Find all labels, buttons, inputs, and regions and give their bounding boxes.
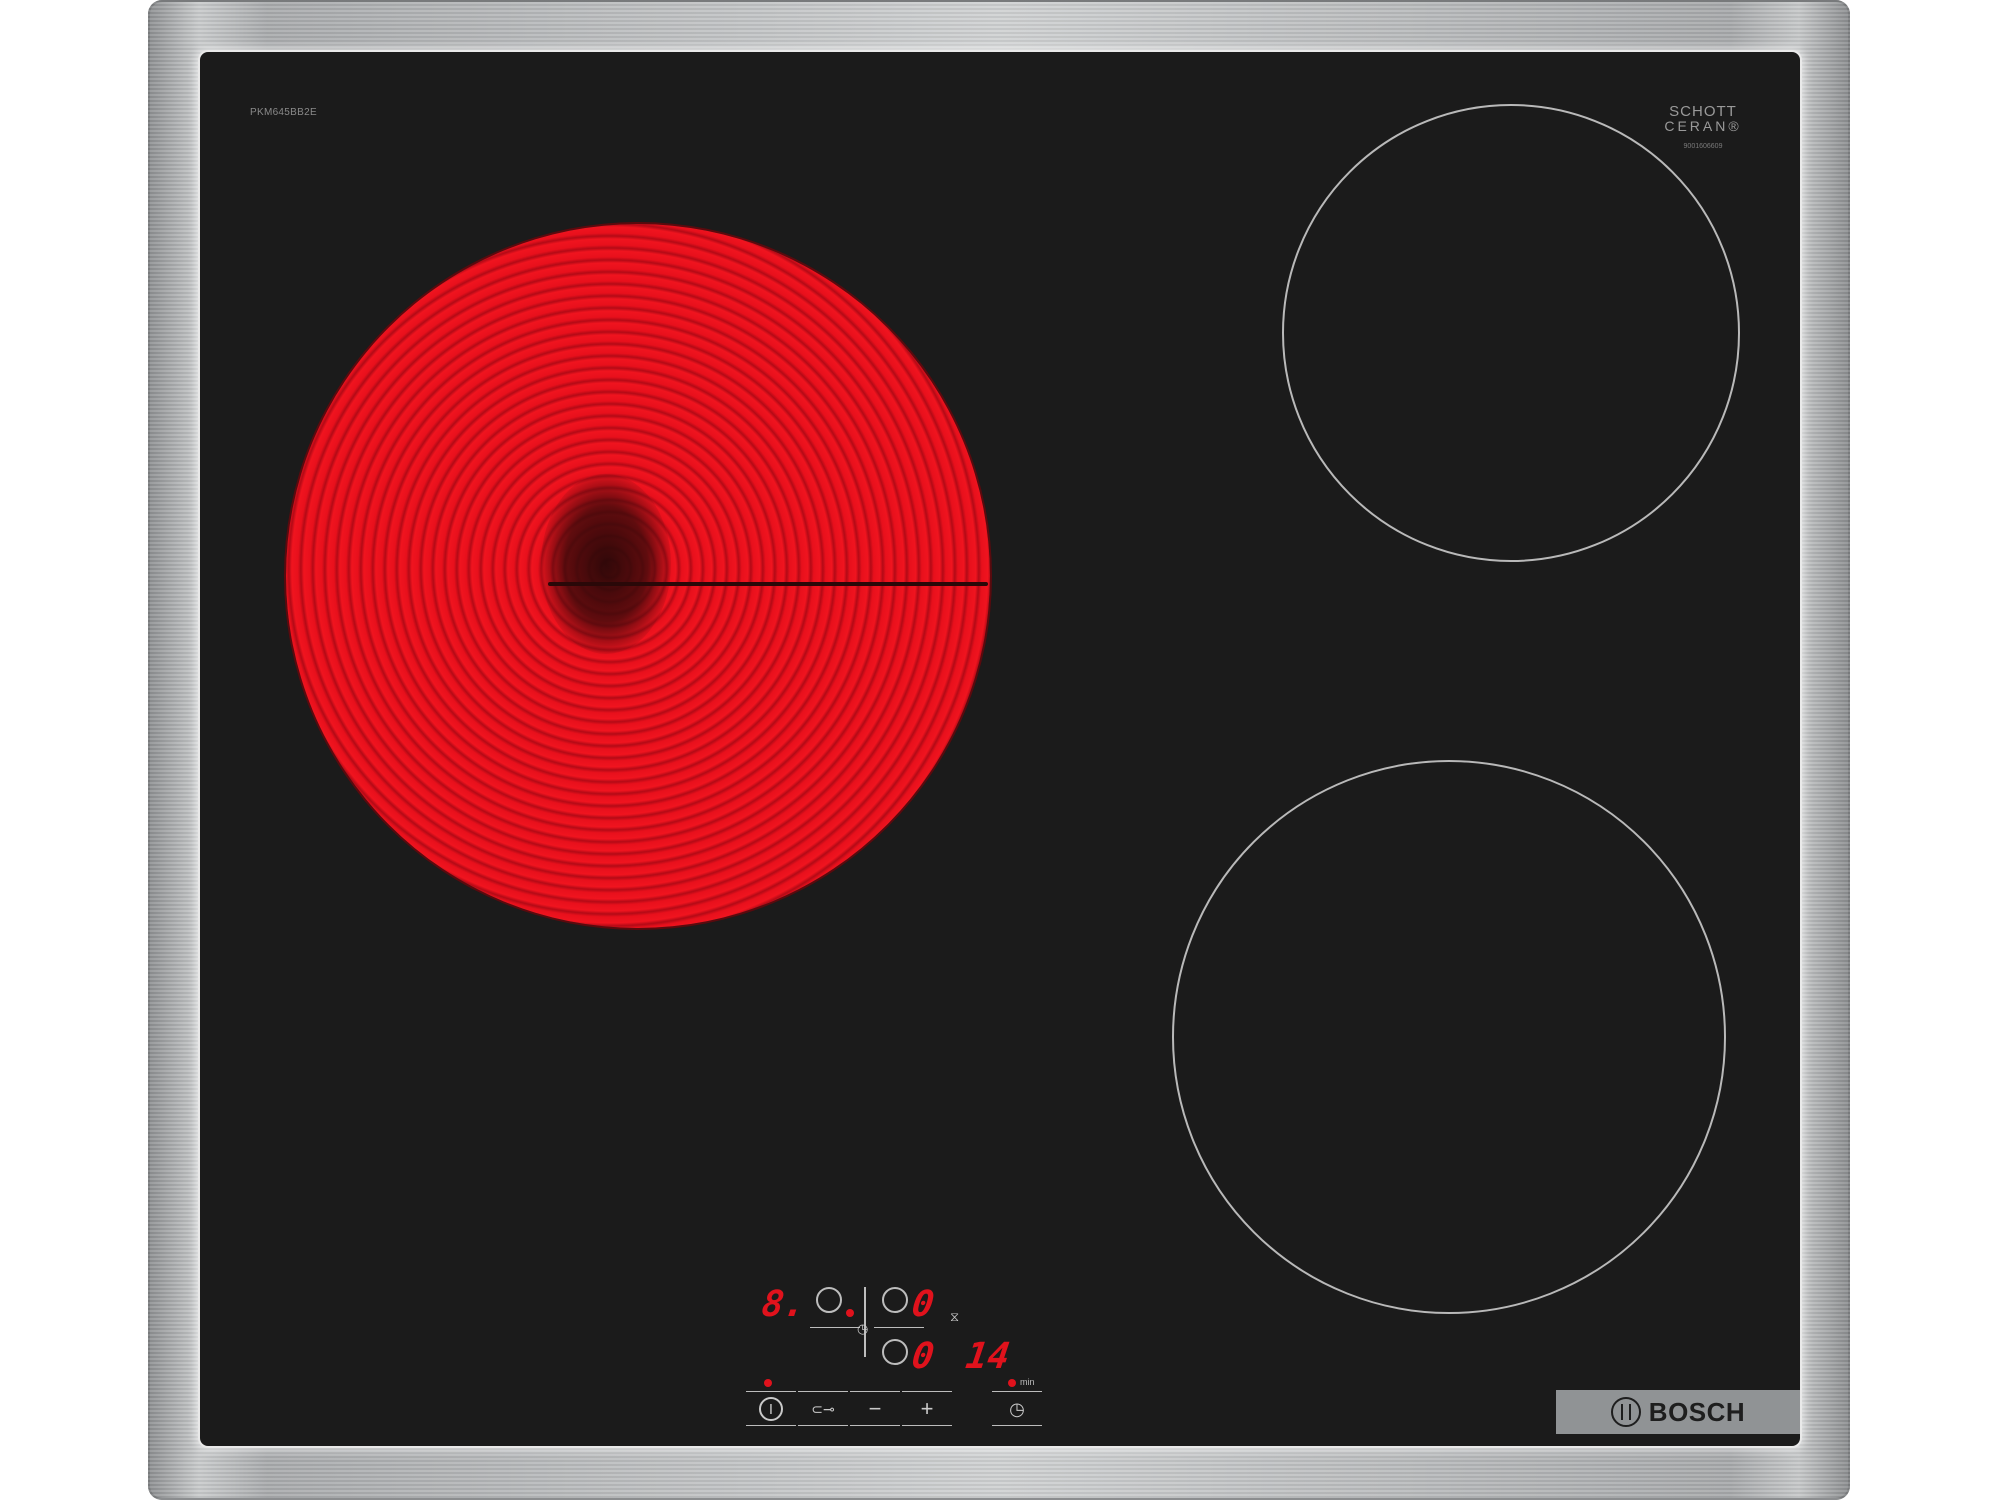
timer-button[interactable]: ◷ [992,1394,1042,1424]
power-icon: Ⅰ [759,1397,783,1421]
model-label: PKM645BB2E [250,107,317,118]
childlock-button-underline [798,1425,848,1426]
power-button[interactable]: Ⅰ [746,1394,796,1424]
panel-line-upper-right [874,1327,924,1328]
touch-control-panel: 8. 0 ◷ ⧖ 0 14 min Ⅰ ⊂⊸ − + ◷ [740,1267,1140,1427]
hourglass-icon: ⧖ [950,1309,960,1324]
minus-button[interactable]: − [850,1394,900,1424]
clock-icon: ◷ [1009,1398,1025,1419]
zone-selector-1[interactable] [816,1287,842,1313]
zone-3-display: 0 [909,1336,937,1377]
active-zone-dot [846,1309,854,1317]
plus-button-line [902,1391,952,1392]
child-lock-button[interactable]: ⊂⊸ [798,1394,848,1424]
power-button-line [746,1391,796,1392]
glass-serial: 9001606609 [1683,143,1723,150]
timer-minutes-display: 14 [963,1336,1013,1377]
zone-selector-3[interactable] [882,1339,908,1365]
cooking-zone-front-right [1172,760,1726,1314]
schott-logo-line1: SCHOTT [1669,103,1737,120]
minus-icon: − [868,1396,882,1421]
timer-unit-label: min [1020,1377,1035,1387]
power-indicator-dot [764,1379,772,1387]
cooking-zone-front-left-hot [286,224,990,928]
bosch-armature-icon [1610,1397,1641,1427]
plus-icon: + [920,1396,934,1421]
bosch-logo-badge: BOSCH [1556,1390,1800,1434]
zone-2-display: 0 [909,1284,937,1325]
panel-line-upper-left [810,1327,860,1328]
zone-timer-icon[interactable]: ◷ [857,1321,868,1337]
timer-button-underline [992,1425,1042,1426]
plus-button-underline [902,1425,952,1426]
minus-button-underline [850,1425,900,1426]
zone-power-display: 8. [759,1284,809,1325]
minus-button-line [850,1391,900,1392]
timer-button-line [992,1391,1042,1392]
timer-indicator-dot [1008,1379,1016,1387]
ceramic-glass-cooktop: PKM645BB2E SCHOTT CERAN® 9001606609 8. 0… [200,52,1800,1446]
schott-ceran-logo: SCHOTT CERAN® 9001606609 [1658,104,1748,150]
key-icon: ⊂⊸ [811,1400,835,1417]
brand-name: BOSCH [1648,1396,1746,1427]
cooking-zone-rear-right [1282,104,1740,562]
schott-logo-line2: CERAN® [1664,118,1742,134]
power-button-underline [746,1425,796,1426]
zone-selector-2[interactable] [882,1287,908,1313]
plus-button[interactable]: + [902,1394,952,1424]
childlock-button-line [798,1391,848,1392]
